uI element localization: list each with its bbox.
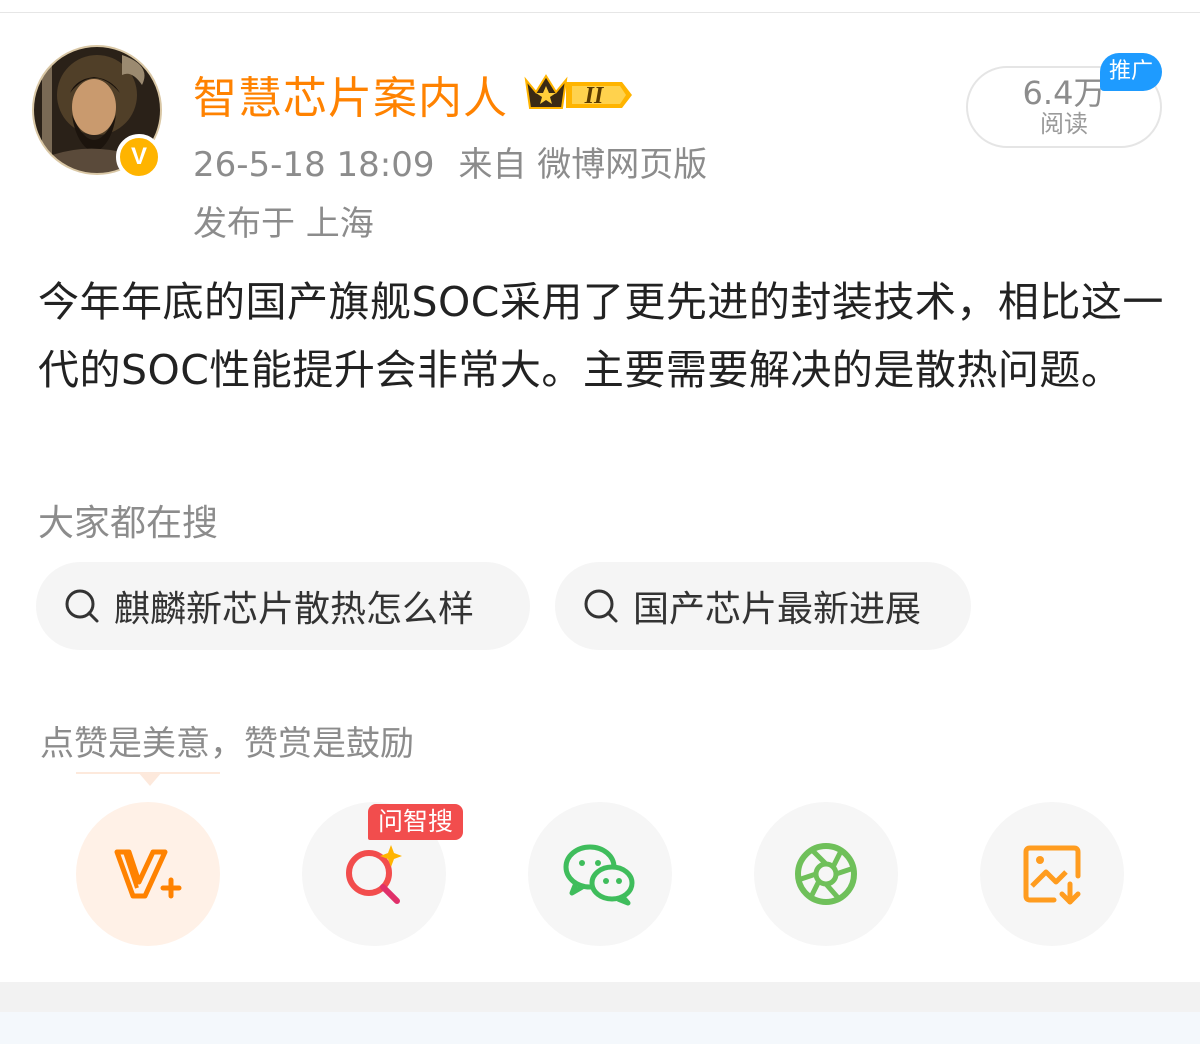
bottom-bar <box>0 982 1200 1044</box>
reads-label: 阅读 <box>1040 110 1088 138</box>
search-chip[interactable]: 麒麟新芯片散热怎么样 <box>36 562 530 650</box>
verified-badge: V <box>116 134 162 180</box>
username[interactable]: 智慧芯片案内人 <box>193 62 508 126</box>
v-plus-icon <box>114 849 182 899</box>
save-image-icon <box>1023 845 1081 905</box>
top-divider <box>0 12 1200 13</box>
search-chip-label: 国产芯片最新进展 <box>633 589 922 630</box>
bottom-bar-inner <box>0 1012 1200 1044</box>
search-chip-label: 麒麟新芯片散热怎么样 <box>114 589 475 630</box>
ask-search-tag: 问智搜 <box>368 804 464 840</box>
post-location: 发布于 上海 <box>193 204 374 244</box>
post-time[interactable]: 26-5-18 18:09 <box>193 145 435 185</box>
ai-search-icon <box>346 845 402 904</box>
reward-pointer <box>76 772 220 786</box>
post-meta: 26-5-18 18:09 来自 微博网页版 <box>193 137 731 186</box>
post-source: 来自 微博网页版 <box>458 145 708 185</box>
search-icon <box>584 589 618 623</box>
member-level: II <box>584 83 605 109</box>
post-text: 今年年底的国产旗舰SOC采用了更先进的封装技术，相比这一代的SOC性能提升会非常… <box>38 278 1164 394</box>
search-section-title: 大家都在搜 <box>38 503 219 544</box>
save-image-button[interactable] <box>980 802 1124 946</box>
wechat-share-button[interactable] <box>528 802 672 946</box>
moments-icon <box>795 843 857 905</box>
member-crown-icon[interactable]: II <box>522 70 634 118</box>
wechat-icon <box>563 844 635 906</box>
reward-prompt: 点赞是美意，赞赏是鼓励 <box>40 724 414 764</box>
reward-button[interactable] <box>76 802 220 946</box>
search-icon <box>65 589 99 623</box>
ad-tag: 推广 <box>1100 53 1162 91</box>
search-chip[interactable]: 国产芯片最新进展 <box>555 562 971 650</box>
moments-share-button[interactable] <box>754 802 898 946</box>
